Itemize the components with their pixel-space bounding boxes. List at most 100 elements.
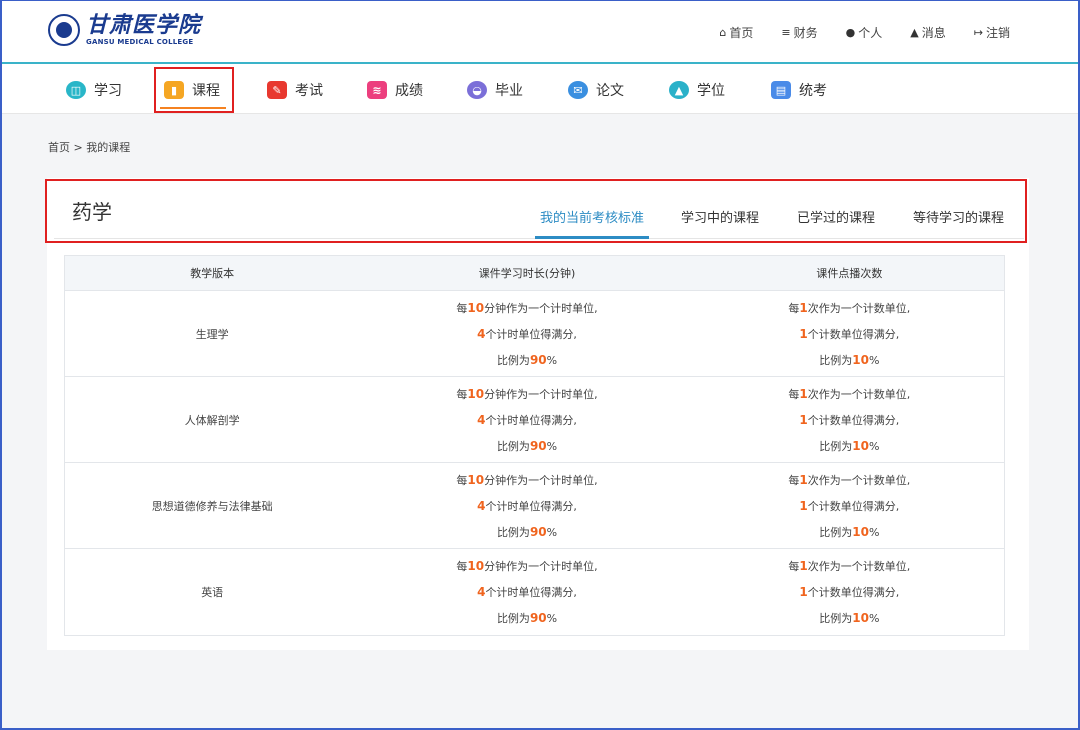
- logo-cn-text: 甘肃医学院: [86, 12, 202, 38]
- degree-cap-icon: ▲: [669, 81, 689, 99]
- nav-label: 论文: [596, 83, 624, 99]
- bell-icon: ▲: [910, 26, 919, 39]
- rule-text: 个计时单位得满分,: [485, 327, 577, 341]
- column-header-duration: 课件学习时长(分钟): [478, 267, 576, 280]
- rule-text: 比例为: [496, 612, 530, 625]
- count-rule: 每1次作为一个计数单位, 1个计数单位得满分, 比例为10%: [695, 291, 1004, 376]
- rule-text: 分钟作为一个计时单位,: [484, 301, 598, 315]
- graduation-icon: ◒: [467, 81, 487, 99]
- rule-number: 90: [529, 352, 547, 367]
- nav-item-thesis[interactable]: ✉ 论文: [568, 76, 624, 104]
- rule-text: %: [546, 439, 558, 453]
- nav-label: 学习: [94, 83, 122, 99]
- rule-text: 每: [788, 560, 800, 573]
- table-row: 英语 每10分钟作为一个计时单位, 4个计时单位得满分, 比例为90% 每1次作…: [65, 549, 1004, 635]
- nav-item-exam[interactable]: ✎ 考试: [267, 76, 323, 104]
- rule-text: 比例为: [819, 439, 853, 453]
- rule-text: 分钟作为一个计时单位,: [484, 473, 598, 487]
- rule-number: 10: [852, 352, 869, 367]
- rule-text: 比例为: [819, 612, 853, 625]
- rule-text: 次作为一个计数单位,: [807, 560, 911, 573]
- rule-number: 1: [799, 559, 808, 573]
- logo-en-text: GANSU MEDICAL COLLEGE: [86, 38, 194, 46]
- rule-number: 1: [799, 498, 808, 513]
- nav-item-graduation[interactable]: ◒ 毕业: [467, 76, 523, 104]
- rule-text: 比例为: [496, 353, 530, 367]
- rule-text: 每: [788, 473, 800, 487]
- topnav-logout[interactable]: ↦ 注销: [974, 24, 1010, 41]
- rule-number: 90: [529, 524, 547, 539]
- rule-text: 个计时单位得满分,: [485, 499, 577, 513]
- nav-item-degree[interactable]: ▲ 学位: [669, 76, 725, 104]
- rule-text: %: [868, 525, 880, 539]
- user-icon: ●: [845, 26, 856, 39]
- rule-number: 90: [529, 438, 547, 453]
- nav-item-unified-exam[interactable]: ▤ 统考: [771, 76, 827, 104]
- rule-number: 1: [799, 472, 808, 487]
- rule-number: 10: [852, 438, 869, 453]
- count-rule: 每1次作为一个计数单位, 1个计数单位得满分, 比例为10%: [695, 377, 1004, 462]
- rule-number: 10: [467, 386, 485, 401]
- nav-label: 学位: [697, 83, 725, 99]
- count-rule: 每1次作为一个计数单位, 1个计数单位得满分, 比例为10%: [695, 463, 1004, 548]
- duration-rule: 每10分钟作为一个计时单位, 4个计时单位得满分, 比例为90%: [359, 549, 694, 635]
- logout-icon: ↦: [973, 26, 983, 39]
- nav-label: 考试: [295, 83, 323, 99]
- rule-text: %: [546, 353, 558, 367]
- rule-text: %: [546, 525, 558, 539]
- nav-label: 成绩: [395, 83, 423, 99]
- nav-item-grades[interactable]: ≋ 成绩: [367, 76, 423, 104]
- breadcrumb[interactable]: 首页 > 我的课程: [48, 139, 130, 155]
- rule-text: %: [868, 353, 880, 367]
- college-logo[interactable]: 甘肃医学院 GANSU MEDICAL COLLEGE: [48, 14, 201, 46]
- study-book-icon: ◫: [66, 81, 86, 99]
- rule-text: 个计时单位得满分,: [485, 586, 577, 599]
- top-nav: ⌂ 首页 ≡ 财务 ● 个人 ▲ 消息 ↦ 注销: [691, 24, 1010, 41]
- rule-number: 1: [799, 386, 808, 401]
- topnav-messages[interactable]: ▲ 消息: [910, 24, 945, 41]
- nav-label: 毕业: [495, 83, 523, 99]
- rule-text: 次作为一个计数单位,: [807, 473, 911, 487]
- nav-label: 统考: [799, 83, 827, 99]
- site-header: 甘肃医学院 GANSU MEDICAL COLLEGE ⌂ 首页 ≡ 财务 ● …: [0, 0, 1080, 64]
- rule-text: 每: [456, 301, 468, 315]
- duration-rule: 每10分钟作为一个计时单位, 4个计时单位得满分, 比例为90%: [359, 291, 694, 376]
- table-header: 教学版本 课件学习时长(分钟) 课件点播次数: [65, 256, 1004, 291]
- rule-text: %: [868, 439, 880, 453]
- rule-text: 比例为: [819, 525, 853, 539]
- rule-text: 分钟作为一个计时单位,: [484, 387, 598, 401]
- active-nav-highlight-box: [154, 67, 234, 113]
- topnav-label: 注销: [985, 26, 1010, 40]
- rule-number: 1: [799, 300, 808, 315]
- duration-rule: 每10分钟作为一个计时单位, 4个计时单位得满分, 比例为90%: [359, 463, 694, 548]
- rule-number: 10: [852, 524, 869, 539]
- rule-text: 比例为: [496, 525, 530, 539]
- rule-text: 次作为一个计数单位,: [807, 387, 911, 401]
- rule-text: 个计数单位得满分,: [807, 413, 900, 427]
- rule-number: 90: [529, 611, 547, 625]
- rule-number: 10: [467, 300, 485, 315]
- finance-icon: ≡: [781, 26, 791, 39]
- topnav-label: 首页: [729, 26, 754, 40]
- home-icon: ⌂: [719, 26, 727, 39]
- topnav-finance[interactable]: ≡ 财务: [781, 24, 817, 41]
- table-row: 生理学 每10分钟作为一个计时单位, 4个计时单位得满分, 比例为90% 每1次…: [65, 291, 1004, 377]
- topnav-home[interactable]: ⌂ 首页: [719, 24, 753, 41]
- rule-text: 分钟作为一个计时单位,: [484, 560, 598, 573]
- rule-text: %: [546, 612, 558, 625]
- rule-number: 10: [852, 611, 869, 625]
- rule-number: 1: [799, 326, 808, 341]
- column-header-version: 教学版本: [190, 267, 235, 280]
- rule-text: 每: [788, 387, 800, 401]
- course-name: 英语: [201, 586, 224, 599]
- title-highlight-box: [45, 179, 1027, 243]
- rule-text: 比例为: [819, 353, 853, 367]
- rule-text: 个计时单位得满分,: [485, 413, 577, 427]
- rule-text: %: [868, 612, 880, 625]
- rule-number: 1: [799, 412, 808, 427]
- rule-text: 个计数单位得满分,: [807, 586, 900, 599]
- rule-text: 次作为一个计数单位,: [807, 301, 911, 315]
- topnav-personal[interactable]: ● 个人: [846, 24, 883, 41]
- rule-number: 10: [467, 559, 485, 573]
- nav-item-study[interactable]: ◫ 学习: [66, 76, 122, 104]
